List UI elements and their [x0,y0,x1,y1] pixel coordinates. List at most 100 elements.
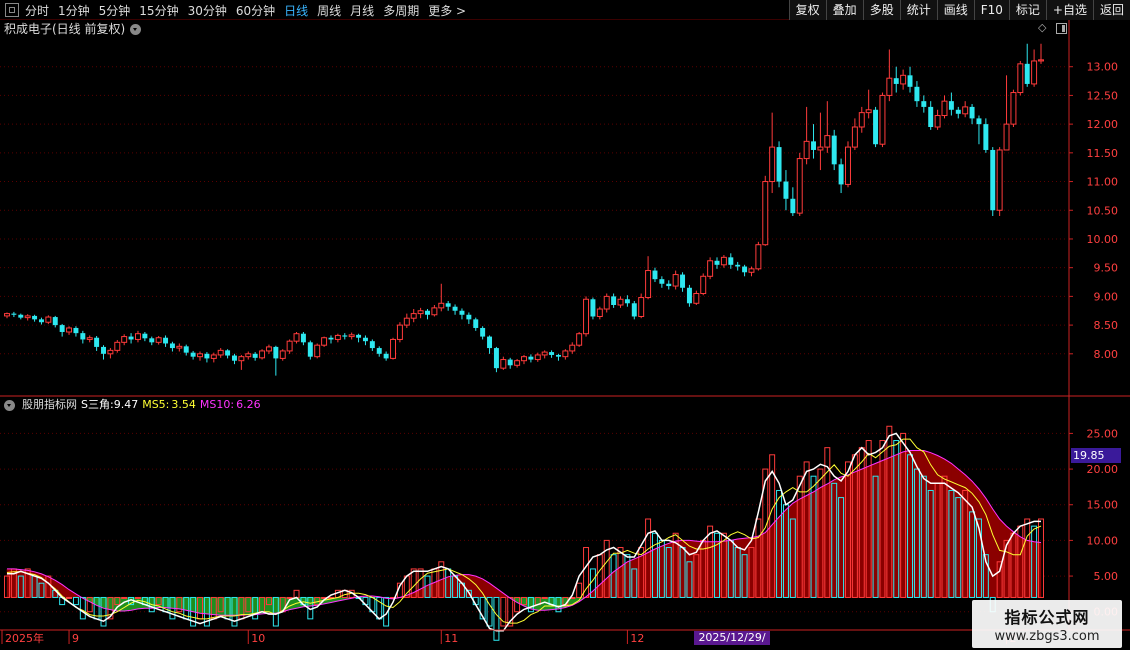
indicator-bar [286,596,293,599]
indicator-name[interactable]: 股朋指标网 [22,398,77,412]
dropdown-icon[interactable] [130,23,142,35]
indicator-bar [576,582,583,598]
indicator-fill [592,584,601,598]
candle-body-up [410,313,417,319]
indicator-fill [620,561,628,598]
cursor-date: 2025/12/29/— [694,631,770,650]
indicator-fill [861,465,869,598]
candle-body-up [403,317,410,326]
candle-body-down [624,299,630,304]
s-value: 9.47 [113,398,139,411]
candle-body-down [714,260,720,265]
candle-body-up [996,149,1003,211]
candle-body-up [210,354,217,359]
candle-body-up [851,126,858,148]
window-toggle-icon[interactable] [1056,23,1067,34]
candle-body-up [521,356,527,362]
candle-body-up [1031,60,1038,85]
current-indicator-value: 19.85 [1071,448,1121,463]
candle-body-up [1003,123,1010,151]
price-tick-label: 10.50 [1087,204,1119,217]
candle-body-down [990,149,996,211]
candle-body-up [541,351,548,356]
candle-body-down [921,101,927,107]
indicator-fill [634,555,642,598]
candle-body-down [342,335,348,337]
candle-body-down [742,266,748,273]
candle-body-up [1017,63,1024,94]
candle-body-up [672,274,679,287]
candle-body-up [86,337,93,340]
candle-body-down [190,352,196,357]
candle-body-down [163,337,169,344]
stock-title: 积成电子(日线 前复权) [4,22,142,36]
indicator-bar [293,589,300,598]
candle-body-up [1038,59,1044,62]
candle-body-up [562,350,569,358]
stock-name: 积成电子(日线 前复权) [4,22,126,36]
candle-body-up [438,302,445,309]
indicator-fill [268,597,277,614]
candle-body-down [231,355,237,361]
candle-body-down [18,314,24,318]
candle-body-up [286,340,293,352]
candle-body-up [900,74,907,85]
candle-body-down [487,336,493,349]
candle-body-down [59,325,65,332]
candle-body-down [307,342,313,357]
indicator-fill [868,462,876,598]
candle-body-down [893,78,899,84]
ms10-label: MS10: [199,398,235,411]
indicator-fill [179,597,187,611]
candle-body-up [755,244,762,270]
candle-body-up [845,146,851,185]
candle-body-up [941,100,948,117]
candle-body-up [824,135,831,148]
indicator-fill [199,597,208,615]
candle-body-up [576,333,583,346]
indicator-fill [530,597,539,611]
indicator-fill [661,542,670,598]
indicator-fill [192,597,201,614]
candle-body-up [114,341,121,351]
indicator-fill [875,460,883,598]
indicator-bar [79,596,86,620]
candle-body-down [907,75,913,87]
candle-body-up [45,316,52,323]
candle-body-up [197,353,203,358]
indicator-bar [121,596,128,599]
candlesticks [4,43,1044,376]
candle-body-up [293,333,300,342]
indicator-fill [889,454,897,598]
indicator-fill [758,532,766,598]
candle-body-up [348,334,355,338]
candle-body-down [1024,63,1030,84]
candle-body-down [948,101,954,110]
candle-body-up [259,350,266,359]
candle-body-down [204,353,210,359]
indicator-dropdown-icon[interactable] [4,399,15,411]
kline-chart[interactable]: 13.00 12.50 12.00 11.50 11.00 10.50 10.00 9.50 9… [0,0,1130,650]
candle-body-down [838,164,844,185]
indicator-fill [847,471,856,598]
ms5-value: 3.54 [171,398,196,411]
time-tick-label: 12 [630,632,644,645]
candle-body-up [583,298,590,335]
candle-body-up [176,345,183,349]
indicator-fill [958,468,966,598]
candle-body-down [590,299,596,317]
candle-body-down [549,352,555,355]
candle-body-down [445,303,451,307]
candle-body-down [52,317,58,326]
candle-body-up [693,293,700,304]
candle-body-up [962,106,969,115]
candle-body-up [817,146,824,151]
candle-body-up [762,181,769,246]
ms5-label: MS5: [142,398,170,411]
candle-body-up [638,297,645,317]
diamond-icon[interactable]: ◇ [1038,22,1048,33]
price-tick-label: 12.50 [1087,89,1119,102]
candle-body-down [225,350,231,356]
candle-body-down [969,106,975,119]
candle-body-up [265,346,272,352]
